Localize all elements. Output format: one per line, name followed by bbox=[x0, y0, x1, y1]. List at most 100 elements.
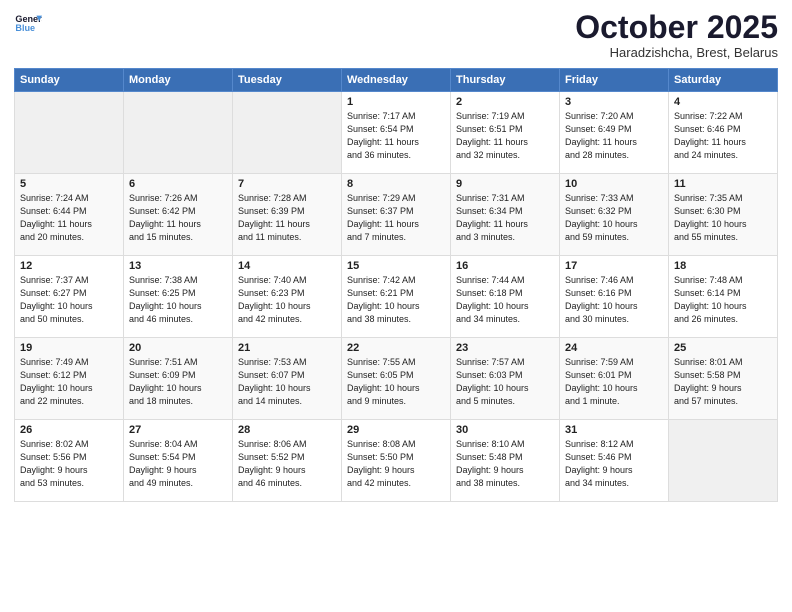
header-cell-saturday: Saturday bbox=[669, 69, 778, 92]
day-info: Sunrise: 7:40 AM Sunset: 6:23 PM Dayligh… bbox=[238, 274, 336, 326]
day-cell: 8 Sunrise: 7:29 AM Sunset: 6:37 PM Daylig… bbox=[342, 174, 451, 256]
header-cell-tuesday: Tuesday bbox=[233, 69, 342, 92]
day-number: 10 bbox=[565, 178, 663, 190]
day-info: Sunrise: 7:49 AM Sunset: 6:12 PM Dayligh… bbox=[20, 356, 118, 408]
day-cell: 15 Sunrise: 7:42 AM Sunset: 6:21 PM Dayli… bbox=[342, 256, 451, 338]
day-cell: 31 Sunrise: 8:12 AM Sunset: 5:46 PM Dayli… bbox=[560, 420, 669, 502]
day-number: 11 bbox=[674, 178, 772, 190]
day-info: Sunrise: 8:04 AM Sunset: 5:54 PM Dayligh… bbox=[129, 438, 227, 490]
day-number: 20 bbox=[129, 342, 227, 354]
day-info: Sunrise: 8:01 AM Sunset: 5:58 PM Dayligh… bbox=[674, 356, 772, 408]
day-number: 30 bbox=[456, 424, 554, 436]
week-row-2: 5Sunrise: 7:24 AM Sunset: 6:44 PM Daylig… bbox=[15, 174, 778, 256]
day-info: Sunrise: 7:17 AM Sunset: 6:54 PM Dayligh… bbox=[347, 110, 445, 162]
logo: General Blue bbox=[14, 10, 42, 38]
day-cell: 3 Sunrise: 7:20 AM Sunset: 6:49 PM Daylig… bbox=[560, 92, 669, 174]
day-cell: 27 Sunrise: 8:04 AM Sunset: 5:54 PM Dayli… bbox=[124, 420, 233, 502]
day-info: Sunrise: 7:31 AM Sunset: 6:34 PM Dayligh… bbox=[456, 192, 554, 244]
day-number: 2 bbox=[456, 96, 554, 108]
day-info: Sunrise: 7:19 AM Sunset: 6:51 PM Dayligh… bbox=[456, 110, 554, 162]
day-info: Sunrise: 7:37 AM Sunset: 6:27 PM Dayligh… bbox=[20, 274, 118, 326]
day-info: Sunrise: 7:20 AM Sunset: 6:49 PM Dayligh… bbox=[565, 110, 663, 162]
day-number: 26 bbox=[20, 424, 118, 436]
page: General Blue October 2025 Haradzishcha, … bbox=[0, 0, 792, 612]
day-cell: 9 Sunrise: 7:31 AM Sunset: 6:34 PM Daylig… bbox=[451, 174, 560, 256]
day-number: 7 bbox=[238, 178, 336, 190]
day-number: 14 bbox=[238, 260, 336, 272]
day-cell: 7 Sunrise: 7:28 AM Sunset: 6:39 PM Daylig… bbox=[233, 174, 342, 256]
month-title: October 2025 bbox=[575, 10, 778, 45]
day-cell: 4Sunrise: 7:22 AM Sunset: 6:46 PM Daylig… bbox=[669, 92, 778, 174]
day-cell: 19Sunrise: 7:49 AM Sunset: 6:12 PM Dayli… bbox=[15, 338, 124, 420]
header-cell-friday: Friday bbox=[560, 69, 669, 92]
day-cell: 2 Sunrise: 7:19 AM Sunset: 6:51 PM Daylig… bbox=[451, 92, 560, 174]
day-cell bbox=[669, 420, 778, 502]
week-row-3: 12 Sunrise: 7:37 AM Sunset: 6:27 PM Dayli… bbox=[15, 256, 778, 338]
day-info: Sunrise: 7:35 AM Sunset: 6:30 PM Dayligh… bbox=[674, 192, 772, 244]
day-number: 4 bbox=[674, 96, 772, 108]
day-number: 28 bbox=[238, 424, 336, 436]
day-cell bbox=[233, 92, 342, 174]
day-info: Sunrise: 8:12 AM Sunset: 5:46 PM Dayligh… bbox=[565, 438, 663, 490]
day-number: 9 bbox=[456, 178, 554, 190]
day-cell: 10Sunrise: 7:33 AM Sunset: 6:32 PM Dayli… bbox=[560, 174, 669, 256]
day-cell: 16Sunrise: 7:44 AM Sunset: 6:18 PM Dayli… bbox=[451, 256, 560, 338]
header-row: SundayMondayTuesdayWednesdayThursdayFrid… bbox=[15, 69, 778, 92]
day-number: 31 bbox=[565, 424, 663, 436]
day-number: 24 bbox=[565, 342, 663, 354]
day-info: Sunrise: 7:38 AM Sunset: 6:25 PM Dayligh… bbox=[129, 274, 227, 326]
day-number: 17 bbox=[565, 260, 663, 272]
header-cell-sunday: Sunday bbox=[15, 69, 124, 92]
day-number: 5 bbox=[20, 178, 118, 190]
day-number: 22 bbox=[347, 342, 445, 354]
day-number: 25 bbox=[674, 342, 772, 354]
day-cell: 18Sunrise: 7:48 AM Sunset: 6:14 PM Dayli… bbox=[669, 256, 778, 338]
day-cell: 6 Sunrise: 7:26 AM Sunset: 6:42 PM Daylig… bbox=[124, 174, 233, 256]
day-cell: 25 Sunrise: 8:01 AM Sunset: 5:58 PM Dayli… bbox=[669, 338, 778, 420]
day-cell: 23Sunrise: 7:57 AM Sunset: 6:03 PM Dayli… bbox=[451, 338, 560, 420]
day-info: Sunrise: 7:51 AM Sunset: 6:09 PM Dayligh… bbox=[129, 356, 227, 408]
calendar: SundayMondayTuesdayWednesdayThursdayFrid… bbox=[14, 68, 778, 502]
day-info: Sunrise: 7:48 AM Sunset: 6:14 PM Dayligh… bbox=[674, 274, 772, 326]
day-cell: 1 Sunrise: 7:17 AM Sunset: 6:54 PM Daylig… bbox=[342, 92, 451, 174]
day-info: Sunrise: 8:08 AM Sunset: 5:50 PM Dayligh… bbox=[347, 438, 445, 490]
day-cell: 24 Sunrise: 7:59 AM Sunset: 6:01 PM Dayli… bbox=[560, 338, 669, 420]
day-cell: 26 Sunrise: 8:02 AM Sunset: 5:56 PM Dayli… bbox=[15, 420, 124, 502]
day-number: 1 bbox=[347, 96, 445, 108]
day-info: Sunrise: 8:02 AM Sunset: 5:56 PM Dayligh… bbox=[20, 438, 118, 490]
day-info: Sunrise: 7:28 AM Sunset: 6:39 PM Dayligh… bbox=[238, 192, 336, 244]
header: General Blue October 2025 Haradzishcha, … bbox=[14, 10, 778, 60]
header-cell-thursday: Thursday bbox=[451, 69, 560, 92]
day-cell bbox=[15, 92, 124, 174]
day-info: Sunrise: 7:59 AM Sunset: 6:01 PM Dayligh… bbox=[565, 356, 663, 408]
day-info: Sunrise: 7:44 AM Sunset: 6:18 PM Dayligh… bbox=[456, 274, 554, 326]
day-info: Sunrise: 7:53 AM Sunset: 6:07 PM Dayligh… bbox=[238, 356, 336, 408]
day-cell: 14 Sunrise: 7:40 AM Sunset: 6:23 PM Dayli… bbox=[233, 256, 342, 338]
day-number: 27 bbox=[129, 424, 227, 436]
week-row-4: 19Sunrise: 7:49 AM Sunset: 6:12 PM Dayli… bbox=[15, 338, 778, 420]
day-number: 12 bbox=[20, 260, 118, 272]
day-cell: 21 Sunrise: 7:53 AM Sunset: 6:07 PM Dayli… bbox=[233, 338, 342, 420]
day-info: Sunrise: 8:06 AM Sunset: 5:52 PM Dayligh… bbox=[238, 438, 336, 490]
title-block: October 2025 Haradzishcha, Brest, Belaru… bbox=[575, 10, 778, 60]
header-cell-monday: Monday bbox=[124, 69, 233, 92]
day-cell: 22 Sunrise: 7:55 AM Sunset: 6:05 PM Dayli… bbox=[342, 338, 451, 420]
day-info: Sunrise: 8:10 AM Sunset: 5:48 PM Dayligh… bbox=[456, 438, 554, 490]
day-number: 15 bbox=[347, 260, 445, 272]
day-info: Sunrise: 7:26 AM Sunset: 6:42 PM Dayligh… bbox=[129, 192, 227, 244]
day-info: Sunrise: 7:46 AM Sunset: 6:16 PM Dayligh… bbox=[565, 274, 663, 326]
day-number: 8 bbox=[347, 178, 445, 190]
day-info: Sunrise: 7:42 AM Sunset: 6:21 PM Dayligh… bbox=[347, 274, 445, 326]
subtitle: Haradzishcha, Brest, Belarus bbox=[575, 45, 778, 60]
day-info: Sunrise: 7:55 AM Sunset: 6:05 PM Dayligh… bbox=[347, 356, 445, 408]
day-number: 3 bbox=[565, 96, 663, 108]
day-number: 6 bbox=[129, 178, 227, 190]
day-cell: 30 Sunrise: 8:10 AM Sunset: 5:48 PM Dayli… bbox=[451, 420, 560, 502]
header-cell-wednesday: Wednesday bbox=[342, 69, 451, 92]
day-cell: 5Sunrise: 7:24 AM Sunset: 6:44 PM Daylig… bbox=[15, 174, 124, 256]
day-number: 23 bbox=[456, 342, 554, 354]
day-cell: 17 Sunrise: 7:46 AM Sunset: 6:16 PM Dayli… bbox=[560, 256, 669, 338]
day-cell: 12 Sunrise: 7:37 AM Sunset: 6:27 PM Dayli… bbox=[15, 256, 124, 338]
day-info: Sunrise: 7:29 AM Sunset: 6:37 PM Dayligh… bbox=[347, 192, 445, 244]
day-number: 21 bbox=[238, 342, 336, 354]
